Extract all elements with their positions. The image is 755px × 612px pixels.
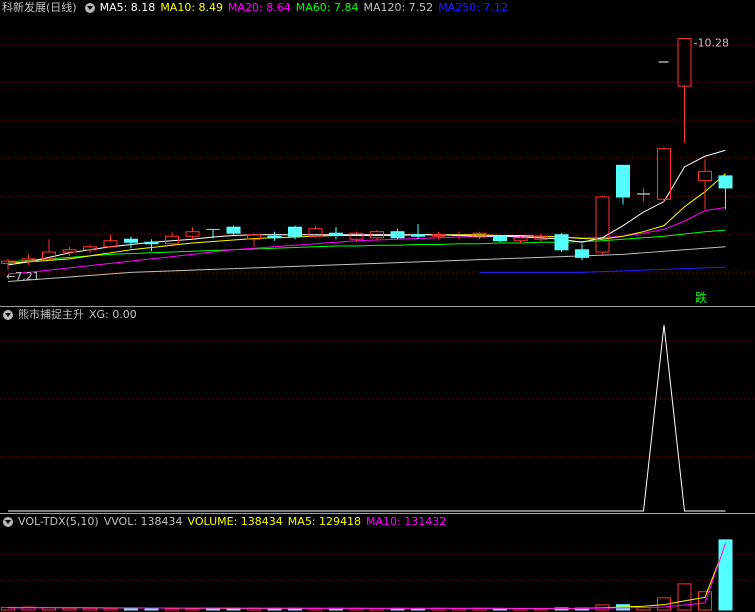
candle-body bbox=[554, 234, 569, 251]
candle-body bbox=[124, 238, 138, 243]
volume-bar bbox=[185, 608, 200, 611]
low-label: ←7.21 bbox=[6, 270, 40, 283]
candle bbox=[637, 187, 650, 202]
candle bbox=[718, 175, 733, 210]
ma-legend-item: MA120: 7.52 bbox=[363, 1, 434, 14]
ma-legend-item: MA60: 7.84 bbox=[295, 1, 359, 14]
candle bbox=[226, 225, 241, 235]
xg-panel[interactable]: 熊市捕捉主升 XG: 0.00 bbox=[0, 307, 755, 513]
candle bbox=[62, 246, 77, 256]
volume-bar bbox=[698, 591, 712, 611]
candle-body bbox=[390, 231, 405, 239]
candle bbox=[329, 227, 343, 240]
candle bbox=[185, 227, 200, 240]
candle bbox=[698, 159, 712, 210]
kline-panel[interactable]: -10.28 ←7.21 跌 科新发展(日线) MA5: 8.18 MA10: 8.4… bbox=[0, 0, 755, 306]
candle-body bbox=[226, 226, 241, 234]
candle-body bbox=[267, 235, 282, 239]
xg-line bbox=[8, 324, 726, 512]
candle-body bbox=[1, 260, 15, 264]
ma-legend-item: MA20: 8.64 bbox=[228, 1, 291, 14]
candle-body bbox=[288, 226, 302, 237]
vol-ma5: MA5: 129418 bbox=[287, 515, 362, 528]
candle bbox=[390, 228, 405, 240]
volume-bar bbox=[62, 607, 77, 611]
indicator-menu-icon[interactable] bbox=[3, 517, 13, 527]
vol-ma10-line bbox=[7, 543, 726, 609]
candle-body bbox=[718, 175, 733, 189]
candle-body bbox=[62, 249, 77, 253]
candle bbox=[308, 225, 323, 238]
xg-header: 熊市捕捉主升 XG: 0.00 bbox=[0, 307, 142, 323]
volume-bar bbox=[83, 607, 97, 611]
volume-bar bbox=[677, 583, 692, 611]
candle-body bbox=[595, 196, 610, 253]
candle-body bbox=[411, 234, 425, 237]
kline-chart[interactable]: -10.28 ←7.21 跌 bbox=[0, 0, 755, 306]
vol-title: VOL-TDX(5,10) bbox=[18, 515, 99, 528]
volume-bar bbox=[718, 539, 733, 611]
vol-vvol: VVOL: 138434 bbox=[103, 515, 183, 528]
xg-value: XG: 0.00 bbox=[89, 308, 137, 321]
kline-header: 科新发展(日线) MA5: 8.18 MA10: 8.49 MA20: 8.64 MA… bbox=[0, 0, 518, 16]
candle bbox=[411, 224, 425, 240]
xg-chart[interactable] bbox=[0, 307, 755, 513]
candle bbox=[472, 231, 487, 240]
volume-bar bbox=[165, 607, 179, 611]
candle-body bbox=[677, 38, 692, 87]
candle-body bbox=[493, 235, 507, 242]
volume-header: VOL-TDX(5,10) VVOL: 138434 VOLUME: 13843… bbox=[0, 514, 451, 530]
vol-ma10: MA10: 131432 bbox=[366, 515, 447, 528]
volume-bar bbox=[144, 608, 159, 611]
kline-title: 科新发展(日线) bbox=[2, 1, 77, 14]
ma-legend-item: MA250: 7.12 bbox=[438, 1, 508, 14]
candle bbox=[452, 231, 466, 240]
candle-body bbox=[575, 249, 589, 258]
vol-volume: VOLUME: 138434 bbox=[187, 515, 283, 528]
candle-body bbox=[698, 170, 712, 181]
candle-body bbox=[83, 246, 97, 251]
candle-body bbox=[513, 237, 528, 242]
candle bbox=[144, 239, 159, 252]
indicator-menu-icon[interactable] bbox=[84, 3, 95, 13]
candle-body bbox=[657, 148, 671, 200]
candle-body bbox=[329, 232, 343, 236]
candle-body bbox=[144, 241, 159, 245]
signal-label: 跌 bbox=[695, 290, 707, 305]
vol-ma5-line bbox=[7, 544, 726, 610]
ma-legend: MA5: 8.18 MA10: 8.49 MA20: 8.64 MA60: 7.84 M… bbox=[100, 0, 513, 16]
volume-panel[interactable]: VOL-TDX(5,10) VVOL: 138434 VOLUME: 13843… bbox=[0, 514, 755, 612]
candle bbox=[677, 38, 692, 143]
high-label: -10.28 bbox=[694, 37, 729, 50]
candle bbox=[124, 236, 138, 249]
candle bbox=[554, 233, 569, 253]
candle-body bbox=[431, 234, 446, 237]
ma-legend-item: MA5: 8.18 bbox=[99, 1, 156, 14]
candle bbox=[575, 243, 589, 261]
candle bbox=[493, 234, 507, 243]
candle-body bbox=[616, 164, 630, 198]
candle bbox=[595, 195, 610, 255]
candle bbox=[616, 164, 630, 205]
volume-bar bbox=[103, 607, 118, 611]
xg-title: 熊市捕捉主升 bbox=[18, 308, 84, 321]
indicator-menu-icon[interactable] bbox=[3, 310, 13, 320]
candle bbox=[267, 231, 282, 241]
ma-legend-item: MA10: 8.49 bbox=[160, 1, 224, 14]
volume-bar bbox=[124, 607, 138, 611]
